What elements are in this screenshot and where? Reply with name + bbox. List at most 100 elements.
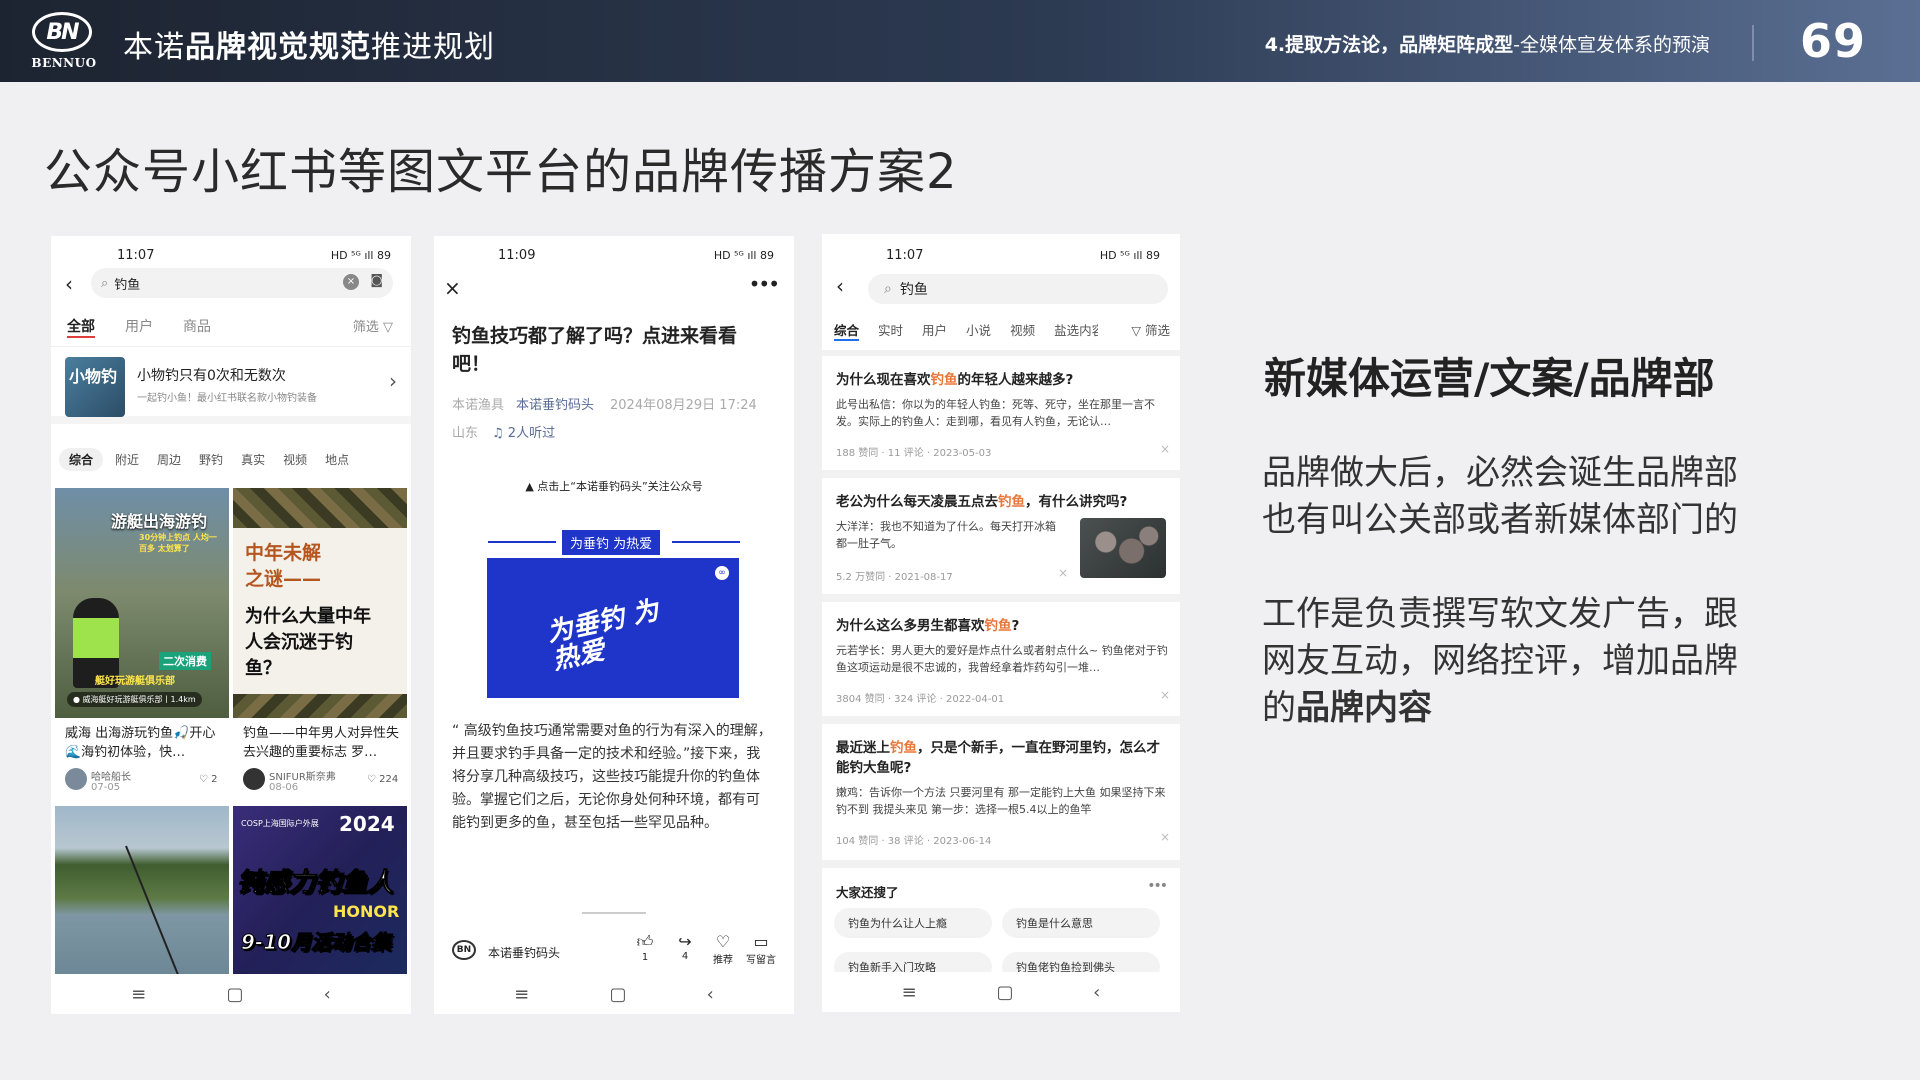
status-icons: HD ⁵ᴳ ıll 89 xyxy=(1099,249,1160,262)
search-tabs: 全部 用户 商品 xyxy=(67,316,211,338)
menu-icon[interactable]: ≡ xyxy=(902,982,917,1003)
store-card[interactable]: 小物钓 小物钓只有0次和无数次 一起钓小鱼！最小红书联名款小物钓装备 › xyxy=(51,346,411,424)
back-icon[interactable]: ‹ xyxy=(836,274,844,298)
header-title-bold: 品牌视觉规范 xyxy=(185,30,371,65)
post-overlay-top-4: COSP上海国际户外展 xyxy=(241,819,319,828)
headphone-icon: ♫ xyxy=(492,426,504,441)
back-icon[interactable]: ‹ xyxy=(65,272,73,296)
tab-users[interactable]: 用户 xyxy=(125,316,153,338)
search-tabs: 综合 实时 用户 小说 视频 盐选内容 xyxy=(834,320,1098,341)
tab-realtime[interactable]: 实时 xyxy=(878,320,903,341)
post-card-3[interactable] xyxy=(55,806,229,974)
home-icon[interactable]: ▢ xyxy=(996,982,1013,1003)
chip-place[interactable]: 地点 xyxy=(319,448,355,471)
home-icon[interactable]: ▢ xyxy=(609,984,626,1005)
post-date-2: 08-06 xyxy=(269,782,299,793)
result-title-part: 为什么这么多男生都喜欢 xyxy=(836,618,985,634)
suggestion-chip-2[interactable]: 钓鱼是什么意思 xyxy=(1002,908,1160,938)
tab-goods[interactable]: 商品 xyxy=(183,316,211,338)
result-excerpt: 大洋洋：我也不知道为了什么。每天打开冰箱都一肚子气。 xyxy=(836,520,1056,550)
footer-account[interactable]: 本诺垂钓码头 xyxy=(488,944,560,961)
also-searched-title: 大家还搜了 xyxy=(836,885,899,900)
section-label-bold: 4.提取方法论，品牌矩阵成型 xyxy=(1264,34,1514,56)
chip-row: 综合 附近 周边 野钓 真实 视频 地点 xyxy=(59,448,355,471)
comment-label: 写留言 xyxy=(746,955,776,966)
post-badge: 艇好玩游艇俱乐部 xyxy=(95,676,175,687)
post-card-1[interactable]: 游艇出海游钓 30分钟上钓点 人均一百多 太划算了 二次消费 艇好玩游艇俱乐部 … xyxy=(55,488,229,718)
recommend-action[interactable]: ♡ 推荐 xyxy=(706,932,740,966)
article-account-link[interactable]: 本诺垂钓码头 xyxy=(516,394,594,413)
clear-icon[interactable]: × xyxy=(343,274,359,290)
result-card-2[interactable]: 老公为什么每天凌晨五点去钓鱼，有什么讲究吗? 大洋洋：我也不知道为了什么。每天打… xyxy=(822,478,1180,594)
chip-surrounding[interactable]: 周边 xyxy=(151,448,187,471)
follow-tip: ▲ 点击上“本诺垂钓码头”关注公众号 xyxy=(525,480,703,493)
post-card-4[interactable]: COSP上海国际户外展 2024 钝感力钓鱼人 HONOR 9-10月活动合集 xyxy=(233,806,407,974)
article-region: 山东 xyxy=(452,426,479,441)
back-nav-icon[interactable]: ‹ xyxy=(1093,982,1100,1003)
chip-real[interactable]: 真实 xyxy=(235,448,271,471)
camo-top xyxy=(233,488,407,528)
share-action[interactable]: ↪ 4 xyxy=(670,932,700,962)
menu-icon[interactable]: ≡ xyxy=(131,984,146,1005)
article-body: “ 高级钓鱼技巧通常需要对鱼的行为有深入的理解，并且要求钓手具备一定的技术和经验… xyxy=(452,723,772,831)
store-name: 小物钓只有0次和无数次 xyxy=(137,368,286,384)
tab-users[interactable]: 用户 xyxy=(922,320,947,341)
paragraph-2-line-2: 网友互动，网络控评，增加品牌 xyxy=(1262,641,1738,681)
paragraph-1-line-1: 品牌做大后，必然会诞生品牌部 xyxy=(1262,453,1738,493)
camera-icon[interactable]: ◙ xyxy=(370,273,383,288)
paragraph-2-line-1: 工作是负责撰写软文发广告，跟 xyxy=(1262,594,1738,634)
post-likes-2[interactable]: ♡ 224 xyxy=(367,774,398,785)
chip-nearby[interactable]: 附近 xyxy=(109,448,145,471)
post-card-2[interactable]: 中年未解之谜—— 为什么大量中年人会沉迷于钓鱼？ xyxy=(233,488,407,718)
location-text: 威海艇好玩游艇俱乐部丨1.4km xyxy=(82,695,196,704)
avatar xyxy=(65,768,87,790)
search-input[interactable]: ⌕ 钓鱼 xyxy=(868,274,1168,304)
result-title: 为什么现在喜欢钓鱼的年轻人越来越多? xyxy=(836,370,1166,390)
paragraph-2: 工作是负责撰写软文发广告，跟 网友互动，网络控评，增加品牌 的品牌内容 xyxy=(1262,591,1738,732)
chip-video[interactable]: 视频 xyxy=(277,448,313,471)
share-icon: ↪ xyxy=(678,932,692,951)
more-icon[interactable]: ••• xyxy=(1147,878,1168,894)
department-heading: 新媒体运营/文案/品牌部 xyxy=(1264,354,1715,403)
home-icon[interactable]: ▢ xyxy=(226,984,243,1005)
back-nav-icon[interactable]: ‹ xyxy=(707,984,714,1005)
result-card-1[interactable]: 为什么现在喜欢钓鱼的年轻人越来越多? 此号出私信：你以为的年轻人钓鱼：死等、死守… xyxy=(822,356,1180,470)
filter-button[interactable]: ▽ 筛选 xyxy=(1127,320,1170,339)
tab-composite[interactable]: 综合 xyxy=(834,320,860,341)
chip-wild[interactable]: 野钓 xyxy=(193,448,229,471)
post-overlay-title-4: 钝感力钓鱼人 xyxy=(236,868,394,899)
search-value: 钓鱼 xyxy=(114,277,141,293)
article-listen[interactable]: ♫ 2人听过 xyxy=(492,422,555,441)
result-card-3[interactable]: 为什么这么多男生都喜欢钓鱼? 元若学长：男人更大的爱好是炸点什么或者射点什么~ … xyxy=(822,602,1180,716)
dismiss-icon[interactable]: × xyxy=(1160,688,1170,702)
close-icon[interactable]: × xyxy=(444,276,461,300)
post-likes-1[interactable]: ♡ 2 xyxy=(199,774,218,785)
android-nav-bar: ≡ ▢ ‹ xyxy=(434,974,794,1014)
like-action[interactable]: 👍︎ 1 xyxy=(630,932,660,963)
post-overlay-year-4: 2024 xyxy=(339,812,395,836)
search-input[interactable]: ⌕ 钓鱼 × ◙ xyxy=(91,268,393,298)
tab-novel[interactable]: 小说 xyxy=(966,320,991,341)
comment-action[interactable]: ▭ 写留言 xyxy=(740,932,782,966)
dismiss-icon[interactable]: × xyxy=(1058,566,1068,580)
menu-icon[interactable]: ≡ xyxy=(514,984,529,1005)
back-nav-icon[interactable]: ‹ xyxy=(324,984,331,1005)
suggestion-chip-1[interactable]: 钓鱼为什么让人上瘾 xyxy=(834,908,992,938)
logo-word: BENNUO xyxy=(31,56,97,70)
filter-button[interactable]: 筛选 ▽ xyxy=(353,316,393,335)
post-author-1: 哈哈船长 xyxy=(91,772,131,783)
result-card-4[interactable]: 最近迷上钓鱼，只是个新手，一直在野河里钓，怎么才能钓大鱼呢? 嫩鸡：告诉你一个方… xyxy=(822,724,1180,860)
more-icon[interactable]: ••• xyxy=(749,272,780,296)
tab-video[interactable]: 视频 xyxy=(1010,320,1035,341)
phone-xiaohongshu: 11:07 HD ⁵ᴳ ıll 89 ‹ ⌕ 钓鱼 × ◙ 全部 用户 商品 筛… xyxy=(51,236,411,1014)
tab-premium[interactable]: 盐选内容 xyxy=(1054,320,1098,341)
dismiss-icon[interactable]: × xyxy=(1160,442,1170,456)
chip-composite[interactable]: 综合 xyxy=(59,448,104,471)
post-likes-count-2: 224 xyxy=(379,774,399,785)
dismiss-icon[interactable]: × xyxy=(1160,830,1170,844)
phone-wechat-article: 11:09 HD ⁵ᴳ ıll 89 × ••• 钓鱼技巧都了解了吗？点进来看看… xyxy=(434,236,794,1014)
tab-all[interactable]: 全部 xyxy=(67,316,95,338)
post-overlay-sub: 30分钟上钓点 人均一百多 太划算了 xyxy=(139,533,217,553)
banner-line-left xyxy=(488,541,556,543)
result-title: 老公为什么每天凌晨五点去钓鱼，有什么讲究吗? xyxy=(836,492,1166,512)
